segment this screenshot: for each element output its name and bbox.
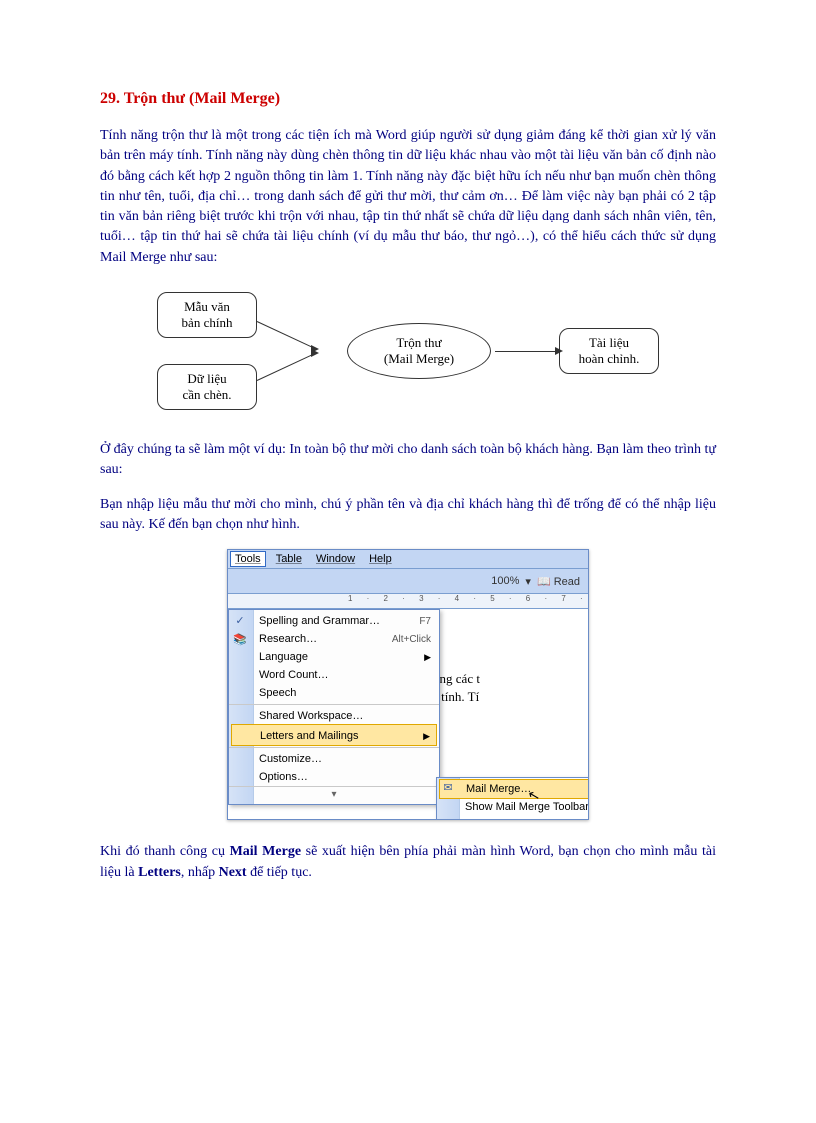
bold-mail-merge: Mail Merge [230, 844, 301, 859]
chevron-down-icon[interactable]: ▾ [525, 575, 531, 588]
paragraph-2: Ở đây chúng ta sẽ làm một ví dụ: In toàn… [100, 440, 716, 481]
abc-check-icon: ✓ [233, 614, 247, 628]
menu-help[interactable]: Help [369, 553, 392, 565]
menu-item-letters-mailings[interactable]: Letters and Mailings ▶ [231, 724, 437, 746]
paragraph-4: Khi đó thanh công cụ Mail Merge sẽ xuất … [100, 842, 716, 883]
diagram-box-output: Tài liệu hoàn chỉnh. [559, 328, 659, 374]
menubar: Tools Table Window Help [228, 550, 588, 569]
tools-dropdown: ✓ Spelling and Grammar… F7 📚 Research… A… [228, 609, 440, 805]
expand-chevrons-icon[interactable]: ▾ [229, 786, 439, 802]
letters-submenu: ✉ Mail Merge… Show Mail Merge Toolbar ✉ … [436, 777, 588, 819]
menu-window[interactable]: Window [316, 553, 355, 565]
menu-item-wordcount[interactable]: Word Count… [229, 666, 439, 684]
toolbar: 100% ▾ 📖 Read [228, 569, 588, 594]
paragraph-3: Bạn nhập liệu mẫu thư mời cho mình, chú … [100, 495, 716, 536]
section-heading: 29. Trộn thư (Mail Merge) [100, 90, 716, 108]
submenu-item-show-toolbar[interactable]: Show Mail Merge Toolbar [437, 798, 588, 816]
read-button[interactable]: 📖 Read [537, 575, 580, 588]
word-screenshot: Tools Table Window Help 100% ▾ 📖 Read 1 … [227, 549, 589, 820]
submenu-item-envelopes[interactable]: ✉ Envelopes and Labels… [437, 816, 588, 819]
menu-item-spelling[interactable]: ✓ Spelling and Grammar… F7 [229, 612, 439, 630]
menu-item-speech[interactable]: Speech [229, 684, 439, 702]
menu-item-language[interactable]: Language ▶ [229, 648, 439, 666]
mail-merge-icon: ✉ [441, 781, 455, 795]
zoom-value[interactable]: 100% [491, 575, 519, 587]
menu-item-research[interactable]: 📚 Research… Alt+Click [229, 630, 439, 648]
document-page: 29. Trộn thư (Mail Merge) Tính năng trộn… [0, 0, 816, 957]
bold-letters: Letters [138, 865, 181, 880]
submenu-item-mail-merge[interactable]: ✉ Mail Merge… [439, 779, 588, 799]
diagram-arrow-out [495, 351, 555, 352]
diagram-box-data: Dữ liệu cần chèn. [157, 364, 257, 410]
ruler: 1 · 2 · 3 · 4 · 5 · 6 · 7 · 8 [228, 594, 588, 609]
menu-item-customize[interactable]: Customize… [229, 747, 439, 768]
diagram-center: Trộn thư (Mail Merge) [347, 323, 491, 379]
flow-diagram: Mẫu văn bản chính Dữ liệu cần chèn. Trộn… [100, 292, 716, 410]
chevron-right-icon: ▶ [423, 731, 430, 742]
paragraph-1: Tính năng trộn thư là một trong các tiện… [100, 126, 716, 268]
menu-item-options[interactable]: Options… [229, 768, 439, 786]
menu-table[interactable]: Table [276, 553, 302, 565]
document-area: ư (Mail Merge) rộn thư là một trong các … [228, 609, 588, 819]
research-icon: 📚 [233, 633, 247, 647]
diagram-box-template: Mẫu văn bản chính [157, 292, 257, 338]
chevron-right-icon: ▶ [424, 652, 431, 663]
menu-item-shared-workspace[interactable]: Shared Workspace… [229, 704, 439, 725]
menu-tools[interactable]: Tools [230, 551, 266, 567]
diagram-inputs: Mẫu văn bản chính Dữ liệu cần chèn. [157, 292, 257, 410]
diagram-arrows-in [257, 301, 347, 401]
bold-next: Next [219, 865, 247, 880]
